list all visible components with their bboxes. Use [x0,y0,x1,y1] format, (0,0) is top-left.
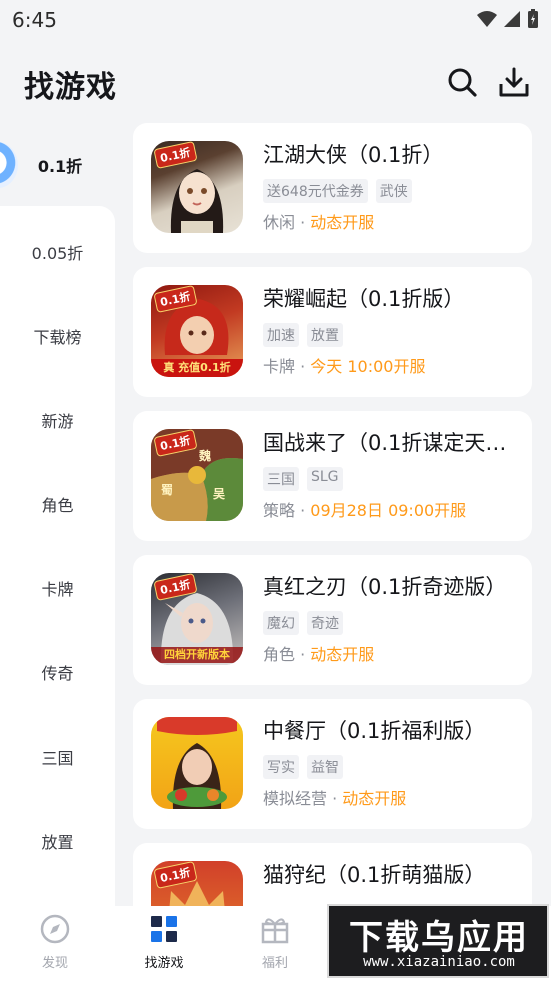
cat-monster-icon: 0.1折 [151,861,243,906]
sidebar-item-selected[interactable]: 0.1折 [0,128,115,204]
category-sidebar: 0.05折 下载榜 新游 角色 卡牌 传奇 三国 放置 [0,206,115,906]
sidebar-item-card[interactable]: 卡牌 [0,576,115,600]
watermark-url: www.xiazainiao.com [363,954,515,970]
version-caption: 四档开新版本 [151,647,243,663]
game-category: 模拟经营 · [263,789,343,808]
search-icon [448,68,477,97]
signal-icon [504,11,520,27]
header: 找游戏 [0,40,551,124]
watermark-logo: 下载乌应用 www.xiazainiao.com [327,904,549,978]
game-meta: 策略 · 09月28日 09:00开服 [263,497,466,521]
game-meta: 休闲 · 动态开服 [263,209,374,233]
game-title: 真红之刃（0.1折奇迹版） [263,575,507,599]
server-status: 动态开服 [310,213,375,232]
game-tags: 加速 放置 [263,323,343,347]
search-button[interactable] [444,64,480,100]
nav-label: 找游戏 [144,956,184,971]
sidebar-item-downloads[interactable]: 下载榜 [0,324,115,348]
map-label-wu: 吴 [213,487,226,501]
game-card[interactable]: 0.1折 魏 蜀 吴 国战来了（0.1折谋定天下） 三国 SLG 策略 · 09… [133,411,532,541]
map-label-wei: 魏 [199,449,212,463]
nav-find-games[interactable]: 找游戏 [124,914,204,971]
game-card[interactable]: 0.1折 真 充值0.1折 荣耀崛起（0.1折版） 加速 放置 卡牌 · 今天 … [133,267,532,397]
game-tag: 三国 [263,467,299,491]
sidebar-selected-label: 0.1折 [37,157,83,176]
game-title: 猫狩纪（0.1折萌猫版） [263,863,486,887]
server-status: 动态开服 [310,645,375,664]
game-card[interactable]: 0.1折 四档开新版本 真红之刃（0.1折奇迹版） 魔幻 奇迹 角色 · 动态开… [133,555,532,685]
sidebar-item-legend[interactable]: 传奇 [0,660,115,684]
sidebar-item-three-kingdoms[interactable]: 三国 [0,745,115,769]
game-card[interactable]: 0.1折 猫狩纪（0.1折萌猫版） [133,843,532,906]
game-title: 荣耀崛起（0.1折版） [263,287,465,311]
game-tag: 益智 [307,755,343,779]
watermark-text: 下载乌应用 [349,918,529,958]
sidebar-item-new[interactable]: 新游 [0,408,115,432]
game-tags: 三国 SLG [263,467,343,491]
sidebar-item-idle[interactable]: 放置 [0,829,115,853]
swordswoman-icon: 0.1折 [151,141,243,233]
server-status: 今天 10:00开服 [310,357,426,376]
selected-indicator-icon [0,142,18,188]
game-meta: 角色 · 动态开服 [263,641,374,665]
download-button[interactable] [496,64,532,100]
sidebar-item-0.05[interactable]: 0.05折 [0,240,115,264]
battery-icon [528,9,538,28]
game-tags: 魔幻 奇迹 [263,611,343,635]
nav-label: 发现 [41,956,68,971]
elf-warrior-icon: 0.1折 四档开新版本 [151,573,243,665]
game-title: 江湖大侠（0.1折） [263,143,444,167]
gift-icon [261,918,289,944]
wifi-icon [477,11,497,27]
game-tag: 武侠 [375,179,412,203]
game-title: 中餐厅（0.1折福利版） [263,719,486,743]
nav-welfare[interactable]: 福利 [235,914,315,971]
compass-icon [40,914,70,944]
sidebar-item-role[interactable]: 角色 [0,492,115,516]
game-tags: 送648元代金券 武侠 [263,179,412,203]
game-tag: 魔幻 [263,611,299,635]
chef-girl-icon [151,717,243,809]
nav-discover[interactable]: 发现 [15,914,95,971]
game-category: 卡牌 · [263,357,311,376]
status-time: 6:45 [12,8,57,32]
game-category: 休闲 · [263,213,311,232]
game-meta: 模拟经营 · 动态开服 [263,785,406,809]
red-haired-hero-icon: 0.1折 真 充值0.1折 [151,285,243,377]
grid-icon [151,916,177,942]
game-tag: 奇迹 [307,611,343,635]
nav-label: 福利 [261,956,288,971]
recharge-caption: 真 充值0.1折 [151,359,243,377]
game-title: 国战来了（0.1折谋定天下） [263,431,518,455]
server-status: 09月28日 09:00开服 [310,501,467,520]
game-category: 角色 · [263,645,311,664]
status-bar: 6:45 [0,0,551,40]
three-kingdoms-map-icon: 0.1折 魏 蜀 吴 [151,429,243,521]
map-label-shu: 蜀 [161,483,174,497]
game-tag: SLG [307,467,343,491]
status-icons [477,9,539,29]
game-card[interactable]: 0.1折 江湖大侠（0.1折） 送648元代金券 武侠 休闲 · 动态开服 [133,123,532,253]
server-status: 动态开服 [342,789,407,808]
game-category: 策略 · [263,501,311,520]
game-meta: 卡牌 · 今天 10:00开服 [263,353,425,377]
game-tags: 写实 益智 [263,755,343,779]
game-card[interactable]: 中餐厅（0.1折福利版） 写实 益智 模拟经营 · 动态开服 [133,699,532,829]
game-tag: 送648元代金券 [263,179,368,203]
game-tag: 写实 [263,755,299,779]
download-icon [499,67,529,97]
page-title: 找游戏 [24,70,117,105]
game-tag: 放置 [307,323,343,347]
game-tag: 加速 [263,323,299,347]
